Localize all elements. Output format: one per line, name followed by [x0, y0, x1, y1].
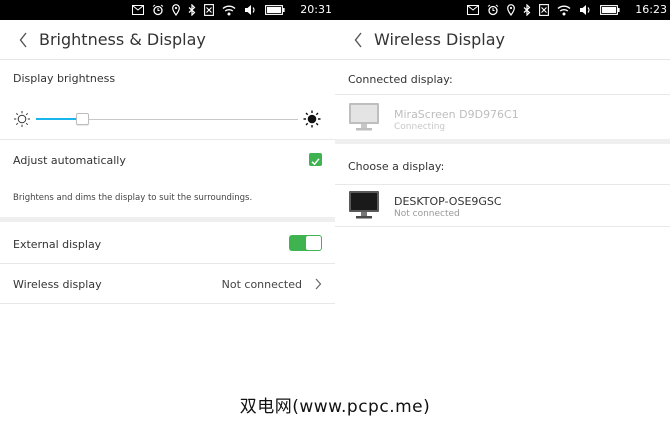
status-time: 20:31 [300, 3, 332, 16]
divider [0, 303, 335, 304]
bluetooth-icon [523, 4, 531, 16]
connected-device-name: MiraScreen D9D976C1 [394, 108, 519, 121]
divider [0, 139, 335, 140]
available-device-name: DESKTOP-OSE9GSC [394, 195, 502, 208]
external-display-toggle[interactable] [289, 235, 322, 251]
page-title: Wireless Display [374, 30, 506, 49]
page-header: Wireless Display [335, 20, 670, 60]
back-icon[interactable] [353, 31, 365, 49]
sun-high-icon [303, 110, 321, 128]
adjust-description: Brightens and dims the display to suit t… [13, 193, 253, 203]
brightness-slider-thumb[interactable] [76, 113, 90, 125]
status-icons [467, 3, 620, 17]
page-header: Brightness & Display [0, 20, 335, 60]
status-time: 16:23 [635, 3, 667, 16]
status-bar: 20:31 [0, 0, 335, 20]
external-display-label: External display [13, 238, 102, 251]
alarm-icon [152, 4, 164, 16]
mail-icon [132, 5, 144, 15]
available-device-status: Not connected [394, 209, 460, 219]
section-divider [0, 217, 335, 222]
toggle-knob [306, 236, 321, 250]
wireless-display-label: Wireless display [13, 278, 102, 291]
adjust-automatically-label: Adjust automatically [13, 154, 126, 167]
check-icon [311, 158, 320, 166]
sim-icon [539, 4, 549, 16]
display-brightness-label: Display brightness [13, 72, 116, 85]
bluetooth-icon [188, 4, 196, 16]
monitor-icon [349, 191, 379, 219]
page-title: Brightness & Display [39, 30, 206, 49]
watermark-text: 双电网(www.pcpc.me) [239, 397, 431, 417]
available-device-item[interactable]: DESKTOP-OSE9GSC Not connected [335, 185, 670, 226]
volume-icon [580, 5, 590, 15]
status-icons [132, 3, 285, 17]
divider [335, 226, 670, 227]
location-icon [507, 4, 515, 16]
connected-display-heading: Connected display: [348, 73, 453, 86]
sun-low-icon [14, 111, 30, 127]
chevron-right-icon [315, 278, 322, 290]
connected-device-item[interactable]: MiraScreen D9D976C1 Connecting [335, 95, 670, 138]
monitor-icon [349, 103, 379, 131]
choose-display-heading: Choose a display: [348, 160, 445, 173]
wifi-icon [557, 5, 571, 15]
location-icon [172, 4, 180, 16]
brightness-display-screen: 20:31 Brightness & Display Display brigh… [0, 0, 335, 427]
wireless-display-status: Not connected [221, 278, 302, 291]
section-divider [335, 139, 670, 144]
adjust-automatically-checkbox[interactable] [309, 153, 322, 166]
wifi-icon [222, 5, 236, 15]
back-icon[interactable] [18, 31, 30, 49]
volume-icon [245, 5, 255, 15]
sim-icon [204, 4, 214, 16]
status-bar: 16:23 [335, 0, 670, 20]
mail-icon [467, 5, 479, 15]
connected-device-status: Connecting [394, 122, 446, 132]
wireless-display-screen: 16:23 Wireless Display Connected display… [335, 0, 670, 427]
battery-icon [600, 5, 620, 15]
alarm-icon [487, 4, 499, 16]
wireless-display-row[interactable]: Wireless display Not connected [0, 264, 335, 303]
battery-icon [265, 5, 285, 15]
